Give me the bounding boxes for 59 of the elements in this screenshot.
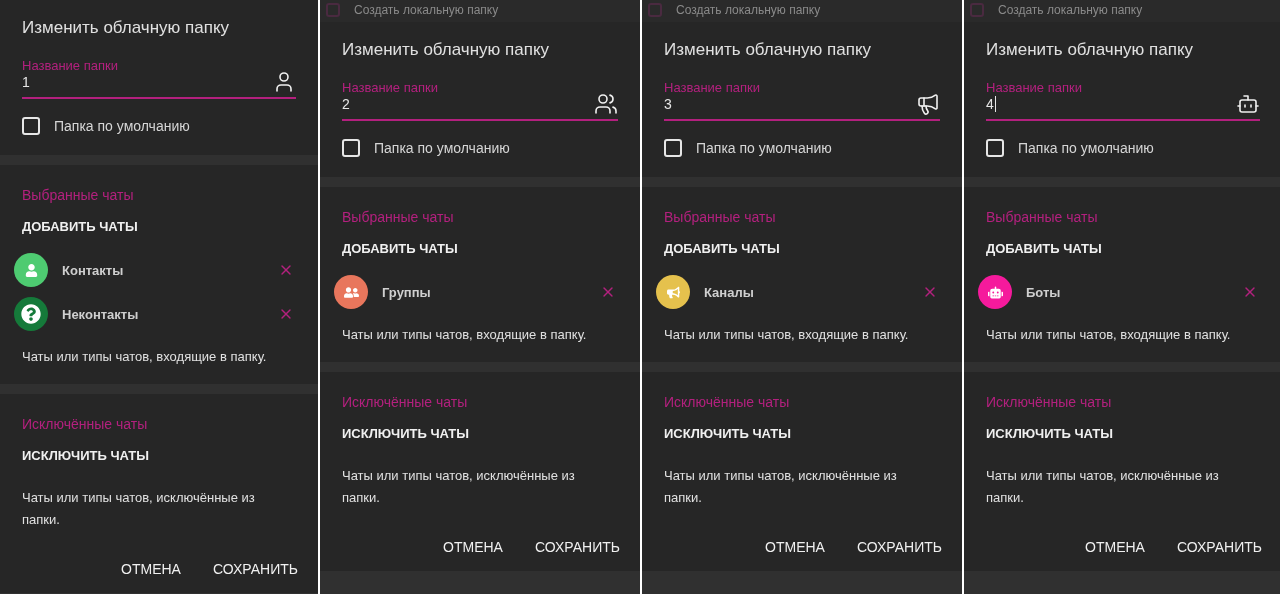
checkbox-label: Папка по умолчанию (1018, 140, 1154, 156)
dialog-title: Изменить облачную папку (342, 40, 551, 60)
question-icon (21, 304, 41, 324)
checkbox-label: Папка по умолчанию (54, 118, 190, 134)
section-heading: Выбранные чаты (22, 187, 135, 203)
megaphone-icon (916, 92, 940, 116)
section-description: Чаты или типы чатов, исключённые из папки. (986, 467, 1220, 507)
save-button[interactable]: СОХРАНИТЬ (1176, 539, 1262, 555)
section-heading: Выбранные чаты (986, 209, 1099, 225)
section-description: Чаты или типы чатов, входящие в папку. (22, 348, 268, 366)
section-heading: Выбранные чаты (342, 209, 455, 225)
checkbox-label: Создать локальную папку (998, 3, 1143, 17)
exclude-chats-button[interactable]: ИСКЛЮЧИТЬ ЧАТЫ (22, 448, 149, 463)
add-chats-button[interactable]: ДОБАВИТЬ ЧАТЫ (986, 241, 1102, 256)
section-description: Чаты или типы чатов, входящие в папку. (342, 326, 588, 344)
robot-icon (1236, 92, 1260, 116)
dialog-title: Изменить облачную папку (664, 40, 873, 60)
people-icon (343, 284, 359, 300)
section-description: Чаты или типы чатов, исключённые из папки. (664, 467, 898, 507)
section-heading: Исключённые чаты (342, 394, 469, 410)
checkbox[interactable] (648, 3, 662, 17)
add-chats-button[interactable]: ДОБАВИТЬ ЧАТЫ (342, 241, 458, 256)
checkbox[interactable] (326, 3, 340, 17)
people-icon (594, 92, 618, 116)
cancel-button[interactable]: ОТМЕНА (121, 561, 181, 577)
checkbox[interactable] (970, 3, 984, 17)
chat-type-name: Боты (1026, 284, 1062, 300)
checkbox-label: Создать локальную папку (676, 3, 821, 17)
section-description: Чаты или типы чатов, входящие в папку. (664, 326, 910, 344)
exclude-chats-button[interactable]: ИСКЛЮЧИТЬ ЧАТЫ (986, 426, 1113, 441)
dialog-title: Изменить облачную папку (22, 18, 231, 38)
section-heading: Исключённые чаты (22, 416, 149, 432)
cancel-button[interactable]: ОТМЕНА (443, 539, 503, 555)
chat-type-name: Контакты (62, 262, 125, 278)
chat-type-name: Группы (382, 284, 432, 300)
checkbox-label: Папка по умолчанию (696, 140, 832, 156)
section-heading: Исключённые чаты (664, 394, 791, 410)
section-description: Чаты или типы чатов, входящие в папку. (986, 326, 1232, 344)
section-heading: Исключённые чаты (986, 394, 1113, 410)
section-description: Чаты или типы чатов, исключённые из папки. (22, 489, 256, 529)
chat-type-name: Неконтакты (62, 306, 140, 322)
megaphone-icon (666, 285, 680, 299)
person-icon (24, 263, 38, 277)
add-chats-button[interactable]: ДОБАВИТЬ ЧАТЫ (664, 241, 780, 256)
chat-type-name: Каналы (704, 284, 755, 300)
section-description: Чаты или типы чатов, исключённые из папки. (342, 467, 576, 507)
cancel-button[interactable]: ОТМЕНА (765, 539, 825, 555)
add-chats-button[interactable]: ДОБАВИТЬ ЧАТЫ (22, 219, 138, 234)
cancel-button[interactable]: ОТМЕНА (1085, 539, 1145, 555)
dialog-title: Изменить облачную папку (986, 40, 1195, 60)
section-heading: Выбранные чаты (664, 209, 777, 225)
save-button[interactable]: СОХРАНИТЬ (534, 539, 620, 555)
checkbox-label: Создать локальную папку (354, 3, 499, 17)
exclude-chats-button[interactable]: ИСКЛЮЧИТЬ ЧАТЫ (664, 426, 791, 441)
save-button[interactable]: СОХРАНИТЬ (212, 561, 298, 577)
robot-icon (987, 284, 1003, 300)
save-button[interactable]: СОХРАНИТЬ (856, 539, 942, 555)
checkbox-label: Папка по умолчанию (374, 140, 510, 156)
exclude-chats-button[interactable]: ИСКЛЮЧИТЬ ЧАТЫ (342, 426, 469, 441)
